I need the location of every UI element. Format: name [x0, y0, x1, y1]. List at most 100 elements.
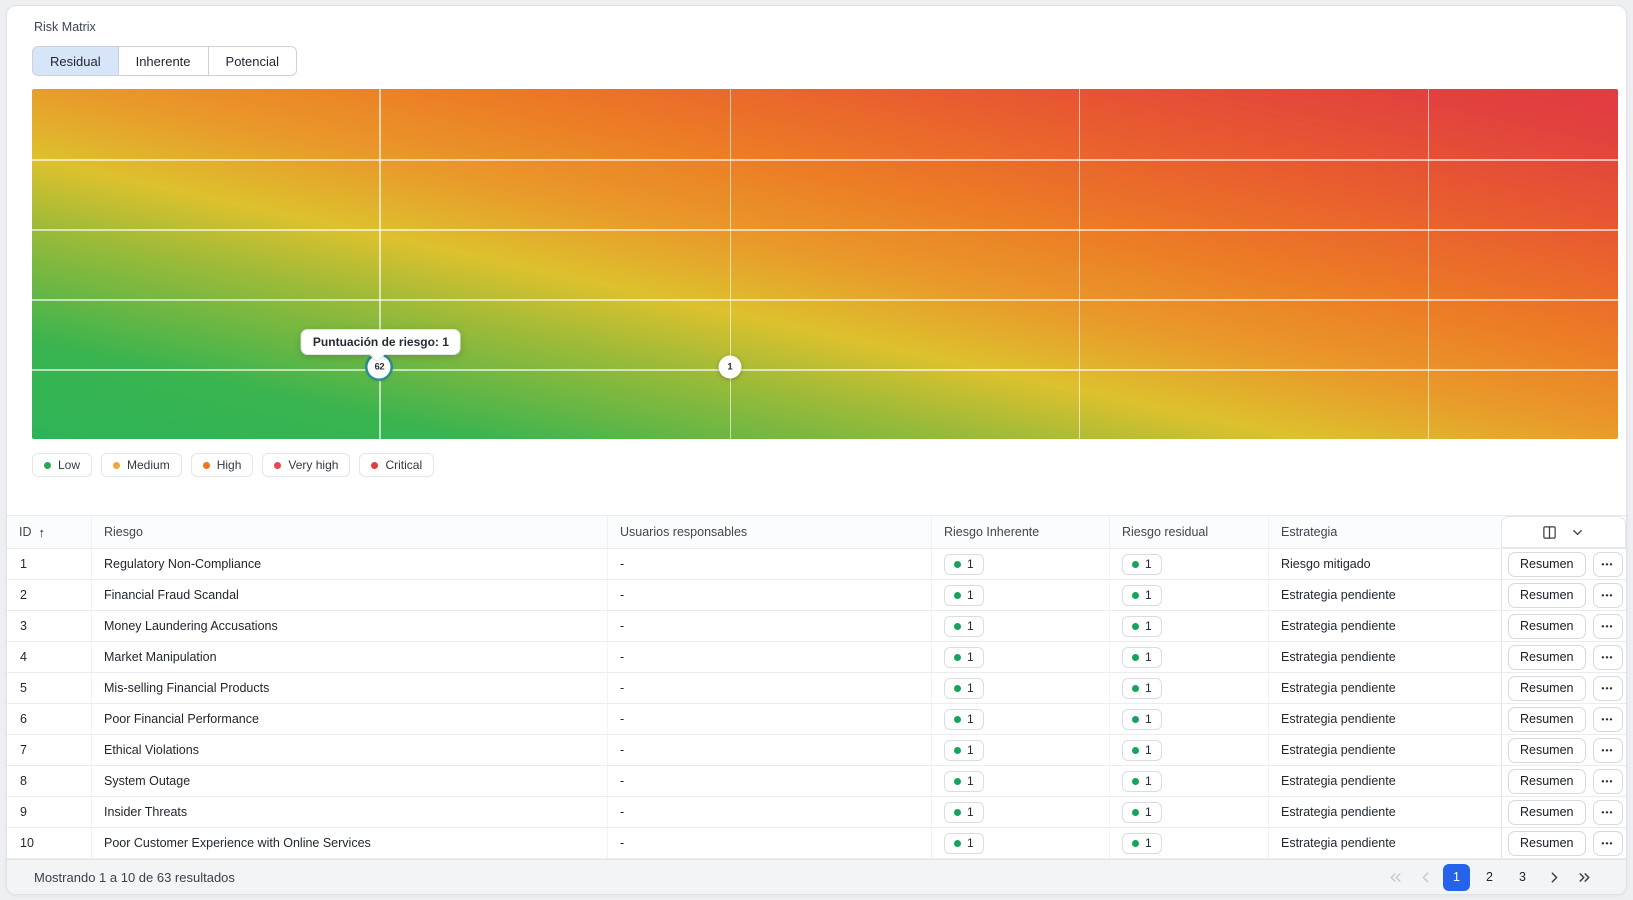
column-header-estrategia[interactable]: Estrategia — [1268, 516, 1501, 548]
cell-usuarios: - — [607, 673, 931, 703]
legend-item-critical[interactable]: Critical — [359, 453, 434, 477]
cell-actions: Resumen ••• — [1501, 642, 1626, 672]
row-menu-button[interactable]: ••• — [1593, 800, 1623, 825]
resumen-button[interactable]: Resumen — [1508, 614, 1586, 639]
risk-score-badge: 1 — [1122, 833, 1162, 854]
risk-score-badge: 1 — [1122, 709, 1162, 730]
green-dot-icon — [954, 592, 961, 599]
legend-item-high[interactable]: High — [191, 453, 254, 477]
cell-estrategia: Estrategia pendiente — [1268, 673, 1501, 703]
cell-riesgo: Poor Customer Experience with Online Ser… — [91, 828, 607, 858]
cell-estrategia: Estrategia pendiente — [1268, 766, 1501, 796]
risk-score-badge: 1 — [944, 833, 984, 854]
resumen-button[interactable]: Resumen — [1508, 800, 1586, 825]
column-header-inherente[interactable]: Riesgo Inherente — [931, 516, 1109, 548]
row-menu-button[interactable]: ••• — [1593, 552, 1623, 577]
row-menu-button[interactable]: ••• — [1593, 614, 1623, 639]
row-menu-button[interactable]: ••• — [1593, 707, 1623, 732]
legend-label: High — [217, 458, 242, 472]
resumen-button[interactable]: Resumen — [1508, 831, 1586, 856]
cell-actions: Resumen ••• — [1501, 673, 1626, 703]
tab-inherente[interactable]: Inherente — [119, 46, 209, 76]
resumen-button[interactable]: Resumen — [1508, 552, 1586, 577]
first-page-button[interactable] — [1383, 864, 1407, 891]
table-row: 1Regulatory Non-Compliance-11Riesgo miti… — [7, 549, 1626, 580]
row-menu-button[interactable]: ••• — [1593, 769, 1623, 794]
legend-dot-icon — [371, 462, 378, 469]
risk-score-badge: 1 — [1122, 771, 1162, 792]
row-menu-button[interactable]: ••• — [1593, 831, 1623, 856]
page-1-button[interactable]: 1 — [1443, 864, 1470, 891]
page-3-button[interactable]: 3 — [1509, 864, 1536, 891]
green-dot-icon — [954, 840, 961, 847]
risk-score-badge: 1 — [944, 616, 984, 637]
page-2-button[interactable]: 2 — [1476, 864, 1503, 891]
last-page-button[interactable] — [1572, 864, 1596, 891]
previous-page-button[interactable] — [1413, 864, 1437, 891]
cell-estrategia: Estrategia pendiente — [1268, 704, 1501, 734]
column-header-riesgo[interactable]: Riesgo — [91, 516, 607, 548]
resumen-button[interactable]: Resumen — [1508, 707, 1586, 732]
next-page-button[interactable] — [1542, 864, 1566, 891]
resumen-button[interactable]: Resumen — [1508, 583, 1586, 608]
matrix-gridline-horizontal — [32, 229, 1618, 231]
cell-riesgo-inherente: 1 — [931, 611, 1109, 641]
resumen-button[interactable]: Resumen — [1508, 645, 1586, 670]
row-menu-button[interactable]: ••• — [1593, 676, 1623, 701]
resumen-button[interactable]: Resumen — [1508, 769, 1586, 794]
cell-riesgo-inherente: 1 — [931, 766, 1109, 796]
risk-level-legend: Low Medium High Very high Critical — [32, 453, 1626, 477]
green-dot-icon — [1132, 561, 1139, 568]
column-header-id[interactable]: ID ↑ — [7, 516, 91, 548]
risk-score-badge: 1 — [944, 647, 984, 668]
risk-score-badge: 1 — [1122, 740, 1162, 761]
cell-usuarios: - — [607, 766, 931, 796]
legend-item-low[interactable]: Low — [32, 453, 92, 477]
cell-riesgo-inherente: 1 — [931, 549, 1109, 579]
cell-actions: Resumen ••• — [1501, 704, 1626, 734]
cell-usuarios: - — [607, 549, 931, 579]
cell-usuarios: - — [607, 611, 931, 641]
cell-riesgo: Market Manipulation — [91, 642, 607, 672]
row-menu-button[interactable]: ••• — [1593, 583, 1623, 608]
green-dot-icon — [954, 685, 961, 692]
resumen-button[interactable]: Resumen — [1508, 676, 1586, 701]
risk-score-tooltip: Puntuación de riesgo: 1 — [301, 329, 461, 355]
risk-score-badge: 1 — [944, 554, 984, 575]
green-dot-icon — [1132, 747, 1139, 754]
table-row: 4Market Manipulation-11Estrategia pendie… — [7, 642, 1626, 673]
matrix-marker-1[interactable]: 1 — [718, 355, 741, 378]
legend-item-very-high[interactable]: Very high — [262, 453, 350, 477]
green-dot-icon — [954, 623, 961, 630]
cell-riesgo-residual: 1 — [1109, 766, 1268, 796]
columns-icon[interactable] — [1542, 525, 1557, 540]
column-header-usuarios[interactable]: Usuarios responsables — [607, 516, 931, 548]
matrix-gridline-horizontal — [32, 159, 1618, 161]
cell-id: 5 — [7, 673, 91, 703]
table-row: 5Mis-selling Financial Products-11Estrat… — [7, 673, 1626, 704]
green-dot-icon — [954, 654, 961, 661]
resumen-button[interactable]: Resumen — [1508, 738, 1586, 763]
cell-riesgo-residual: 1 — [1109, 797, 1268, 827]
risk-score-badge: 1 — [1122, 647, 1162, 668]
tab-residual[interactable]: Residual — [32, 46, 119, 76]
sort-ascending-icon[interactable]: ↑ — [39, 525, 46, 540]
legend-label: Medium — [127, 458, 170, 472]
green-dot-icon — [1132, 716, 1139, 723]
cell-riesgo: Ethical Violations — [91, 735, 607, 765]
legend-label: Very high — [288, 458, 338, 472]
cell-riesgo-inherente: 1 — [931, 704, 1109, 734]
legend-item-medium[interactable]: Medium — [101, 453, 182, 477]
risk-score-badge: 1 — [944, 678, 984, 699]
risk-score-badge: 1 — [944, 740, 984, 761]
row-menu-button[interactable]: ••• — [1593, 738, 1623, 763]
chevron-down-icon[interactable] — [1570, 525, 1585, 540]
next-page-icon — [1546, 869, 1563, 886]
matrix-gridline-horizontal — [32, 369, 1618, 371]
cell-riesgo: Money Laundering Accusations — [91, 611, 607, 641]
cell-actions: Resumen ••• — [1501, 766, 1626, 796]
tab-potencial[interactable]: Potencial — [209, 46, 297, 76]
row-menu-button[interactable]: ••• — [1593, 645, 1623, 670]
table-row: 3Money Laundering Accusations-11Estrateg… — [7, 611, 1626, 642]
column-header-residual[interactable]: Riesgo residual — [1109, 516, 1268, 548]
